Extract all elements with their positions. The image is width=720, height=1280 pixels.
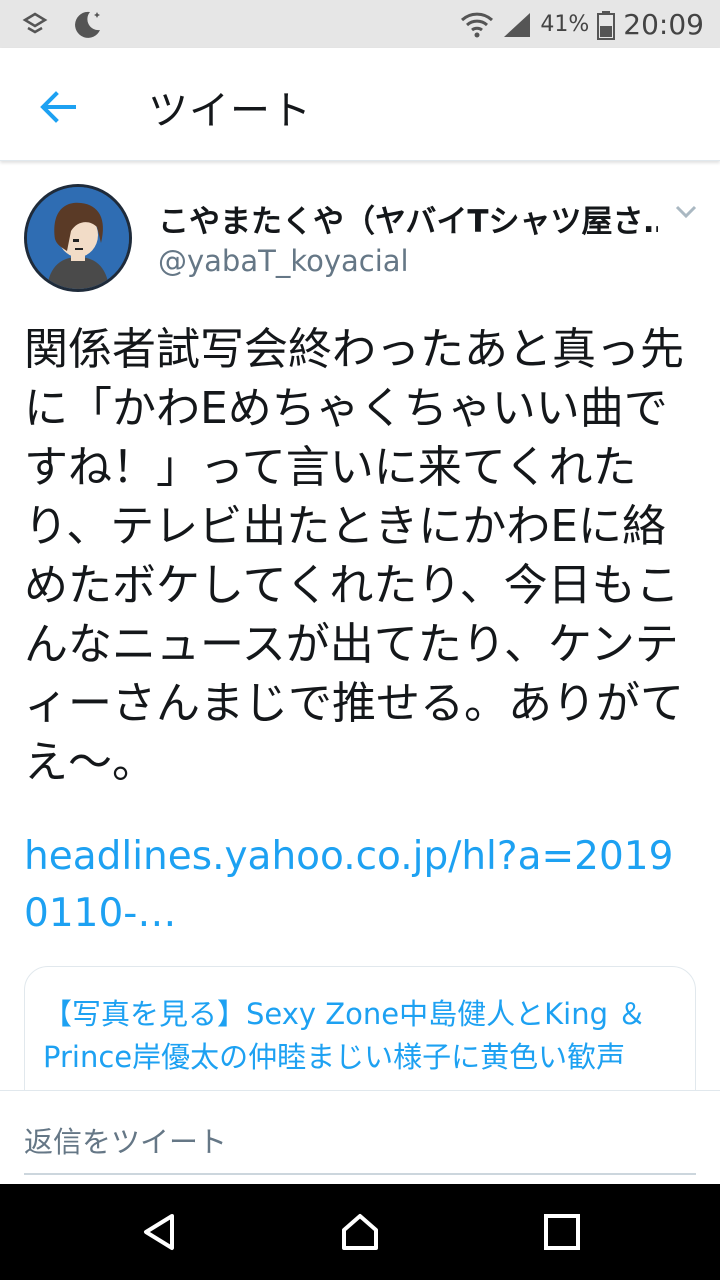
battery-icon bbox=[597, 10, 616, 40]
system-nav-bar bbox=[0, 1184, 720, 1280]
author-name[interactable]: こやまたくや（ヤバイTシャツ屋さ… bbox=[158, 196, 658, 241]
arrow-left-icon[interactable] bbox=[34, 82, 84, 132]
status-bar: 41% 20:09 bbox=[0, 0, 720, 48]
reply-bar: 返信をツイート bbox=[0, 1090, 720, 1185]
card-title: 【写真を見る】Sexy Zone中島健人とKing ＆ Prince岸優太の仲睦… bbox=[43, 997, 647, 1074]
status-icons-left bbox=[22, 8, 104, 42]
avatar[interactable] bbox=[24, 184, 132, 292]
notification-icon bbox=[22, 12, 48, 34]
battery-percent: 41% bbox=[540, 12, 590, 37]
tweet-text: 関係者試写会終わったあと真っ先に「かわEめちゃくちゃいい曲ですね！」って言いに来… bbox=[24, 324, 684, 788]
page-title: ツイート bbox=[148, 88, 312, 134]
author-handle[interactable]: @yabaT_koyacial bbox=[158, 244, 409, 278]
tweet-link[interactable]: headlines.yahoo.co.jp/hl?a=20190110-… bbox=[24, 828, 696, 942]
back-triangle-icon[interactable] bbox=[140, 1212, 180, 1252]
avatar-illustration bbox=[27, 187, 129, 289]
clock: 20:09 bbox=[623, 8, 704, 41]
wifi-icon bbox=[461, 12, 494, 37]
recents-icon[interactable] bbox=[542, 1212, 582, 1252]
chevron-down-icon[interactable] bbox=[674, 204, 698, 220]
app-bar: ツイート bbox=[0, 48, 720, 161]
home-icon[interactable] bbox=[340, 1212, 380, 1252]
status-icons-right: 41% 20:09 bbox=[460, 8, 704, 41]
signal-icon bbox=[504, 12, 531, 37]
moon-icon bbox=[75, 11, 100, 38]
reply-input[interactable]: 返信をツイート bbox=[24, 1119, 696, 1175]
